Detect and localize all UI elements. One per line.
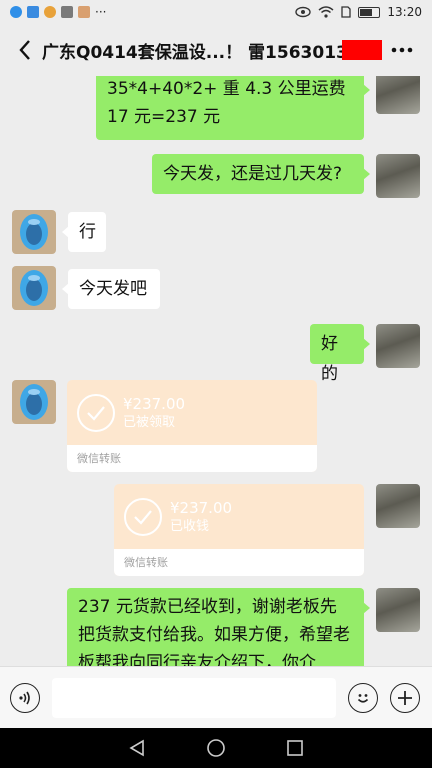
self-avatar[interactable] xyxy=(376,154,420,198)
voice-button[interactable] xyxy=(10,682,40,713)
more-button[interactable] xyxy=(384,32,420,68)
self-avatar[interactable] xyxy=(376,324,420,368)
sent-message[interactable]: 35*4+40*2+ 重 4.3 公里运费 17 元=237 元 xyxy=(96,76,370,140)
app-notification-icon xyxy=(44,6,56,18)
check-icon xyxy=(77,393,115,432)
chat-header: 广东Q0414套保温设...！ 雷15630137 xyxy=(0,24,432,76)
input-bar xyxy=(0,666,432,728)
redaction-block xyxy=(342,40,382,60)
sim-icon xyxy=(341,6,352,18)
contact-avatar[interactable] xyxy=(12,266,56,310)
self-avatar[interactable] xyxy=(376,484,420,528)
emoji-icon xyxy=(357,693,369,703)
app-notification-icon xyxy=(78,6,90,18)
contact-avatar[interactable] xyxy=(12,380,56,424)
status-bar: ··· 13:20 xyxy=(0,0,432,24)
more-icon xyxy=(391,47,413,53)
transfer-status: 已被领取 xyxy=(123,414,176,430)
app-notification-icon xyxy=(27,6,39,18)
received-message[interactable]: 行 xyxy=(62,212,106,252)
emoji-button[interactable] xyxy=(348,682,378,713)
status-time: 13:20 xyxy=(387,5,422,19)
app-notification-icon xyxy=(10,6,22,18)
sent-message[interactable]: 今天发，还是过几天发? xyxy=(152,154,370,194)
nav-recent-icon[interactable] xyxy=(286,739,304,757)
message-input[interactable] xyxy=(52,677,336,718)
eye-comfort-icon xyxy=(295,6,312,18)
sent-message[interactable]: 好的 xyxy=(310,324,370,384)
transfer-footer: 微信转账 xyxy=(67,445,317,472)
back-icon xyxy=(19,40,30,60)
transfer-status: 已收钱 xyxy=(170,518,210,534)
transfer-amount: ¥237.00 xyxy=(170,498,233,517)
nav-back-icon[interactable] xyxy=(128,739,146,757)
wifi-icon xyxy=(318,6,334,18)
transfer-card[interactable]: ¥237.00 已被领取 微信转账 xyxy=(67,380,317,472)
check-icon xyxy=(124,497,162,536)
sent-message[interactable]: 237 元货款已经收到，谢谢老板先把货款支付给我。如果方便，希望老板帮我向同行亲… xyxy=(67,588,370,666)
transfer-card[interactable]: ¥237.00 已收钱 微信转账 xyxy=(114,484,364,576)
plus-button[interactable] xyxy=(390,682,420,713)
notification-icons: ··· xyxy=(10,5,106,19)
transfer-amount: ¥237.00 xyxy=(123,394,186,413)
chat-messages[interactable]: 35*4+40*2+ 重 4.3 公里运费 17 元=237 元 今天发，还是过… xyxy=(0,76,432,666)
chat-title: 广东Q0414套保温设...！ 雷15630137 xyxy=(42,42,342,63)
self-avatar[interactable] xyxy=(376,76,420,114)
back-button[interactable] xyxy=(12,32,38,68)
more-notifications-icon: ··· xyxy=(95,5,107,19)
voice-icon xyxy=(19,691,30,704)
contact-avatar[interactable] xyxy=(12,210,56,254)
received-message[interactable]: 今天发吧 xyxy=(62,269,160,309)
system-nav-bar xyxy=(0,728,432,768)
battery-icon xyxy=(358,6,381,18)
nav-home-icon[interactable] xyxy=(206,738,226,758)
app-notification-icon xyxy=(61,6,73,18)
plus-icon xyxy=(398,690,412,705)
transfer-footer: 微信转账 xyxy=(114,549,364,576)
self-avatar[interactable] xyxy=(376,588,420,632)
